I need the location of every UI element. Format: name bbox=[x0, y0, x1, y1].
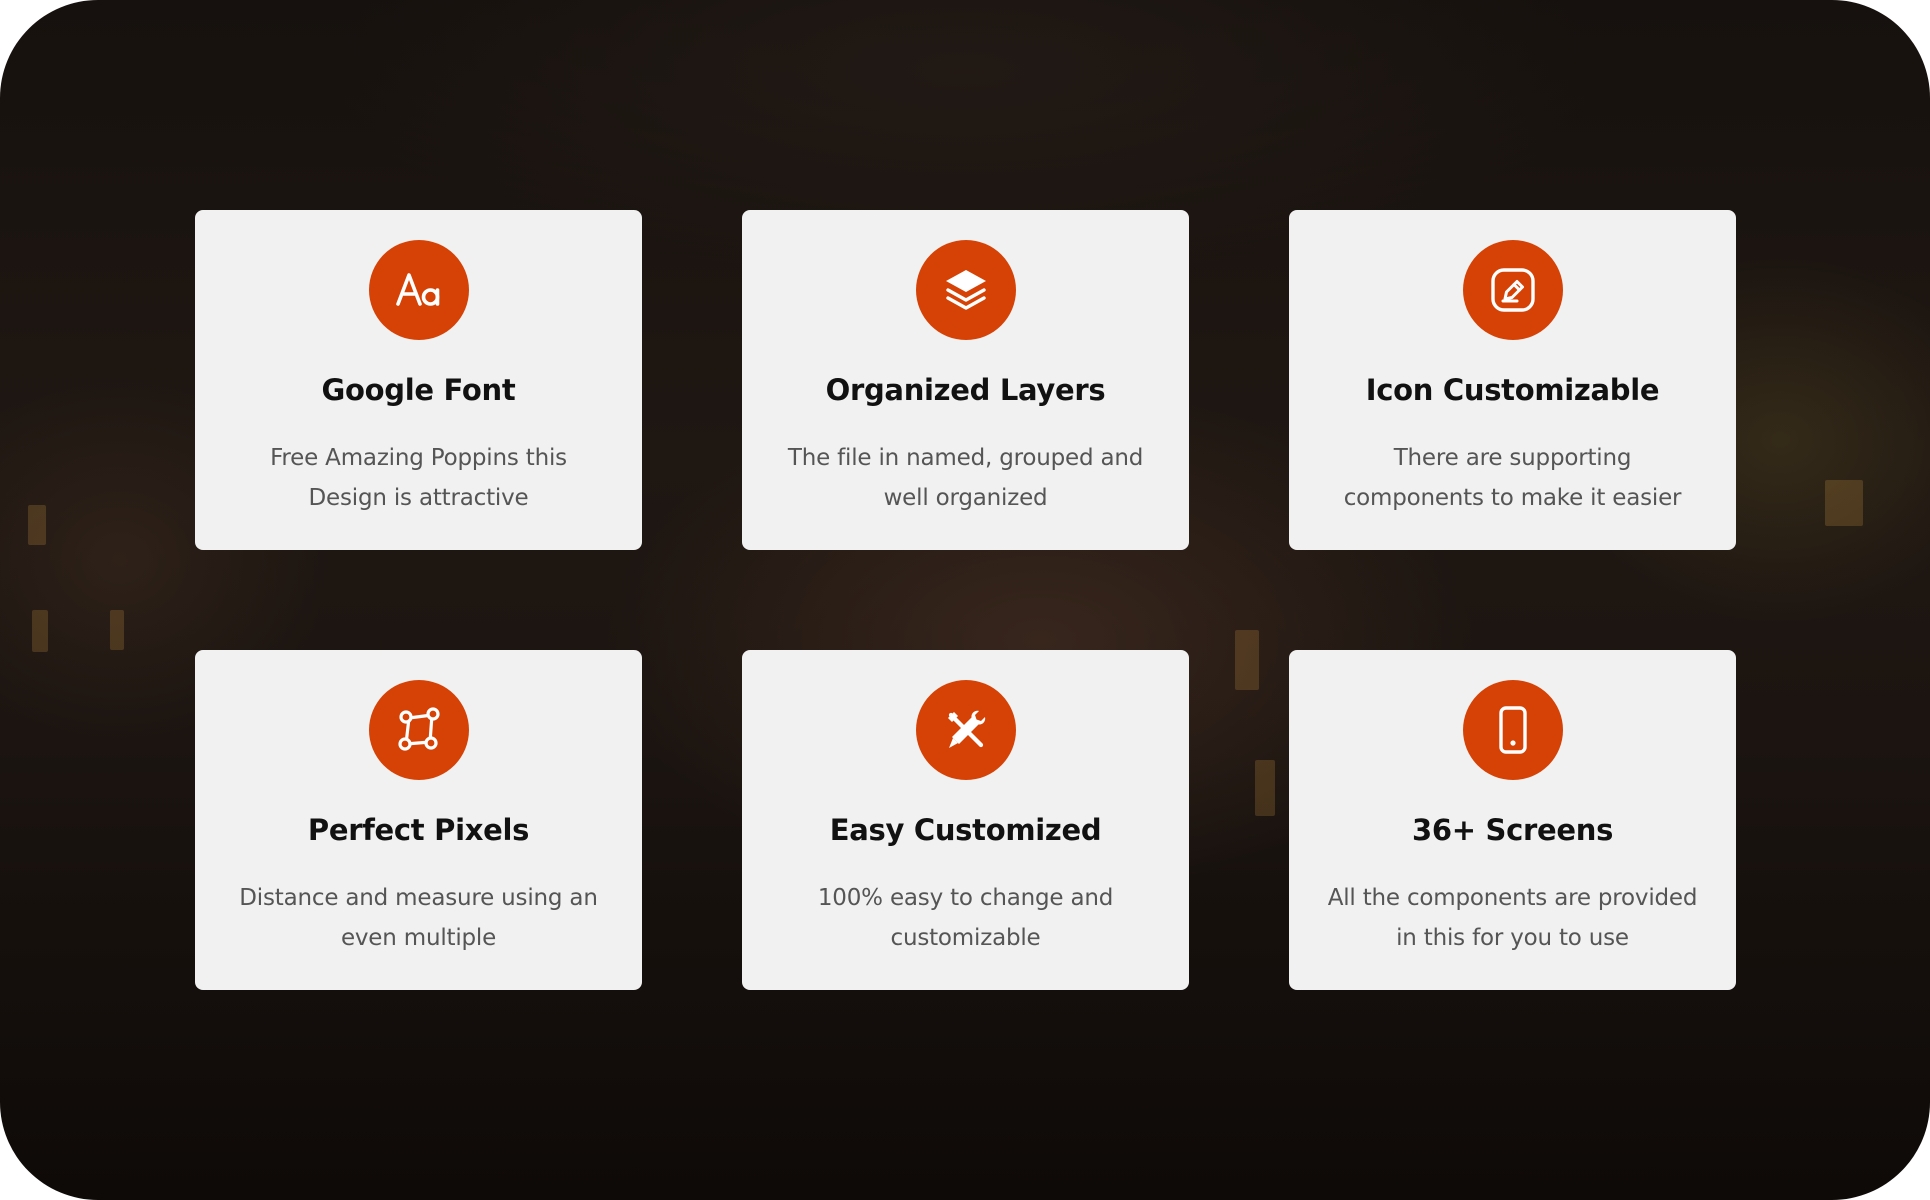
background-window-light bbox=[1235, 630, 1259, 690]
feature-card-perfect-pixels: Perfect Pixels Distance and measure usin… bbox=[195, 650, 642, 990]
hero-background: Google Font Free Amazing Poppins this De… bbox=[0, 0, 1930, 1200]
feature-description: Free Amazing Poppins this Design is attr… bbox=[270, 445, 567, 511]
feature-title: Easy Customized bbox=[829, 813, 1102, 847]
feature-description: There are supporting components to make … bbox=[1343, 445, 1682, 511]
feature-card-organized-layers: Organized Layers The file in named, grou… bbox=[742, 210, 1189, 550]
feature-icon-badge bbox=[368, 240, 469, 340]
feature-title: 36+ Screens bbox=[1411, 813, 1614, 847]
tools-icon bbox=[947, 710, 985, 748]
feature-title: Icon Customizable bbox=[1365, 373, 1660, 407]
background-window-light bbox=[110, 610, 124, 650]
feature-description: The file in named, grouped and well orga… bbox=[787, 445, 1144, 511]
feature-description: All the components are provided in this … bbox=[1327, 885, 1698, 951]
background-window-light bbox=[1255, 760, 1275, 816]
feature-icon-badge bbox=[368, 680, 469, 780]
vector-shape-icon bbox=[397, 707, 440, 751]
mobile-phone-icon bbox=[1498, 706, 1527, 754]
font-aa-icon bbox=[395, 273, 439, 306]
layers-icon bbox=[945, 270, 986, 310]
feature-card-google-font: Google Font Free Amazing Poppins this De… bbox=[195, 210, 642, 550]
background-window-light bbox=[28, 505, 46, 545]
feature-icon-badge bbox=[915, 240, 1016, 340]
background-window-light bbox=[32, 610, 48, 652]
feature-icon-badge bbox=[1462, 680, 1563, 780]
feature-title: Perfect Pixels bbox=[307, 813, 530, 847]
feature-description: 100% easy to change and customizable bbox=[817, 885, 1114, 951]
edit-square-icon bbox=[1490, 268, 1535, 312]
feature-title: Google Font bbox=[321, 373, 516, 407]
feature-icon-badge bbox=[1462, 240, 1563, 340]
feature-icon-badge bbox=[915, 680, 1016, 780]
feature-card-icon-customizable: Icon Customizable There are supporting c… bbox=[1289, 210, 1736, 550]
feature-card-36-screens: 36+ Screens All the components are provi… bbox=[1289, 650, 1736, 990]
feature-card-easy-customized: Easy Customized 100% easy to change and … bbox=[742, 650, 1189, 990]
feature-description: Distance and measure using an even multi… bbox=[239, 885, 598, 951]
feature-title: Organized Layers bbox=[825, 373, 1106, 407]
background-window-light bbox=[1825, 480, 1863, 526]
